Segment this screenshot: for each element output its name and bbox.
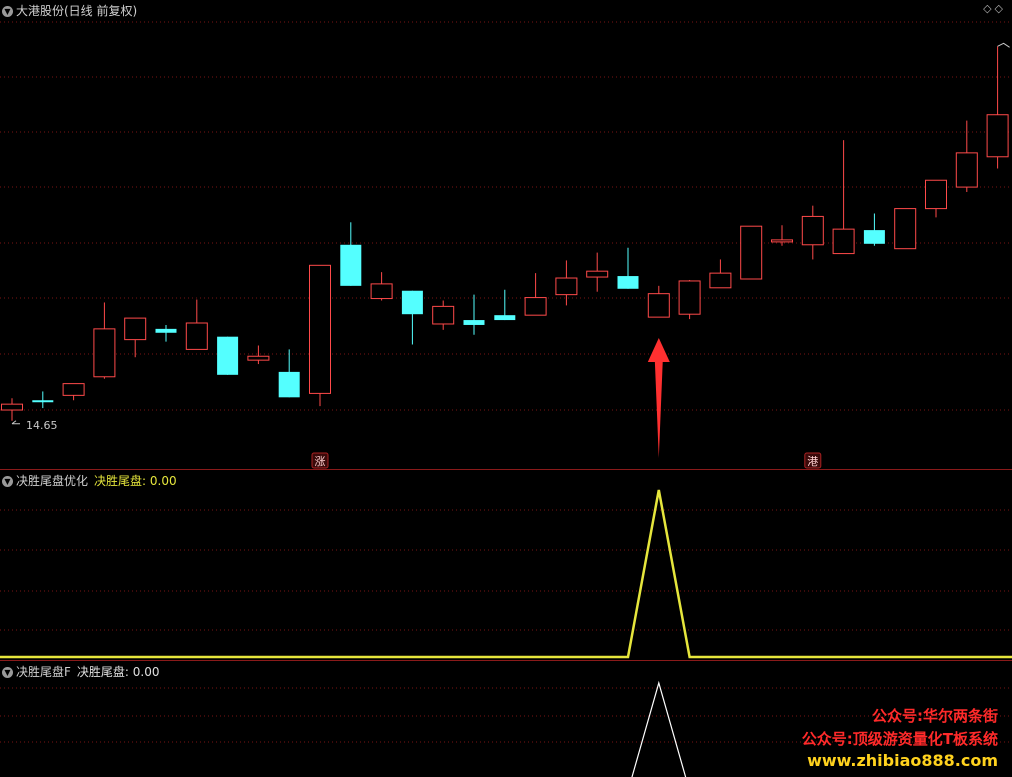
high-pointer-icon bbox=[998, 43, 1010, 47]
indicator1-signal-line bbox=[0, 490, 1012, 657]
candle-body bbox=[648, 294, 669, 317]
candle-body bbox=[464, 320, 485, 325]
candle-body bbox=[494, 315, 515, 320]
candle-body bbox=[433, 306, 454, 324]
up-candle bbox=[802, 206, 823, 260]
down-candle bbox=[217, 337, 238, 375]
candle-body bbox=[833, 229, 854, 253]
candle-body bbox=[710, 273, 731, 288]
candle-body bbox=[679, 281, 700, 314]
candlestick-chart: 18.5014.65涨港 bbox=[0, 0, 1012, 469]
low-pointer-icon bbox=[12, 421, 20, 424]
candle-body bbox=[926, 180, 947, 208]
candle-body bbox=[186, 323, 207, 349]
candle-body bbox=[248, 356, 269, 360]
candle-body bbox=[525, 298, 546, 316]
candle-body bbox=[802, 216, 823, 244]
up-candle bbox=[2, 398, 23, 420]
candle-body bbox=[94, 329, 115, 377]
candle-body bbox=[618, 276, 639, 289]
candle-body bbox=[772, 240, 793, 242]
down-candle bbox=[464, 295, 485, 335]
arrow-shaft bbox=[655, 360, 663, 458]
up-candle bbox=[310, 265, 331, 406]
down-candle bbox=[494, 290, 515, 320]
up-candle bbox=[895, 209, 916, 249]
candle-body bbox=[2, 404, 23, 410]
down-candle bbox=[864, 213, 885, 245]
main-price-chart[interactable]: ▼大港股份(日线 前复权) ◇◇ 18.5014.65涨港 bbox=[0, 0, 1012, 469]
event-marker-text: 涨 bbox=[315, 455, 326, 468]
arrow-head bbox=[648, 338, 670, 362]
candle-body bbox=[741, 226, 762, 279]
down-candle bbox=[340, 222, 361, 286]
watermark-line-1: 公众号:华尔两条街 bbox=[872, 705, 998, 726]
up-candle bbox=[63, 384, 84, 401]
up-candle bbox=[556, 260, 577, 305]
candle-body bbox=[402, 291, 423, 314]
up-candle bbox=[433, 301, 454, 330]
candle-body bbox=[279, 372, 300, 397]
up-candle bbox=[186, 300, 207, 350]
candle-body bbox=[156, 329, 177, 333]
up-candle bbox=[987, 46, 1008, 168]
candle-body bbox=[63, 384, 84, 396]
candle-body bbox=[217, 337, 238, 375]
up-candle bbox=[926, 180, 947, 217]
down-candle bbox=[402, 291, 423, 345]
candle-body bbox=[987, 115, 1008, 157]
candle-body bbox=[587, 271, 608, 277]
candle-body bbox=[340, 245, 361, 286]
up-candle bbox=[741, 226, 762, 279]
candle-body bbox=[556, 278, 577, 295]
candle-body bbox=[895, 209, 916, 249]
candle-body bbox=[956, 153, 977, 187]
event-marker-text: 港 bbox=[807, 455, 818, 468]
up-candle bbox=[772, 225, 793, 246]
candle-body bbox=[371, 284, 392, 299]
low-price-label: 14.65 bbox=[26, 419, 58, 432]
candle-body bbox=[310, 265, 331, 393]
event-marker: 涨 bbox=[312, 453, 328, 468]
down-candle bbox=[618, 248, 639, 289]
up-candle bbox=[248, 345, 269, 364]
candle-body bbox=[864, 230, 885, 244]
up-candle bbox=[648, 286, 669, 317]
watermark-line-3: www.zhibiao888.com bbox=[807, 751, 998, 770]
down-candle bbox=[156, 325, 177, 342]
signal-arrow-icon bbox=[648, 338, 670, 458]
up-candle bbox=[956, 121, 977, 192]
up-candle bbox=[525, 273, 546, 315]
up-candle bbox=[679, 280, 700, 319]
event-marker: 港 bbox=[805, 453, 821, 468]
up-candle bbox=[587, 253, 608, 292]
indicator2-signal-line bbox=[628, 683, 690, 777]
up-candle bbox=[710, 259, 731, 287]
watermark-line-2: 公众号:顶级游资量化T板系统 bbox=[802, 728, 998, 749]
up-candle bbox=[125, 318, 146, 357]
indicator-panel-1[interactable]: ▼决胜尾盘优化决胜尾盘: 0.00 bbox=[0, 469, 1012, 661]
up-candle bbox=[371, 272, 392, 300]
indicator1-chart bbox=[0, 470, 1012, 661]
up-candle bbox=[94, 302, 115, 378]
down-candle bbox=[32, 391, 53, 408]
down-candle bbox=[279, 349, 300, 397]
candle-body bbox=[125, 318, 146, 340]
indicator-panel-2[interactable]: ▼决胜尾盘F决胜尾盘: 0.00 公众号:华尔两条街 公众号:顶级游资量化T板系… bbox=[0, 660, 1012, 777]
candle-body bbox=[32, 400, 53, 402]
up-candle bbox=[833, 140, 854, 253]
